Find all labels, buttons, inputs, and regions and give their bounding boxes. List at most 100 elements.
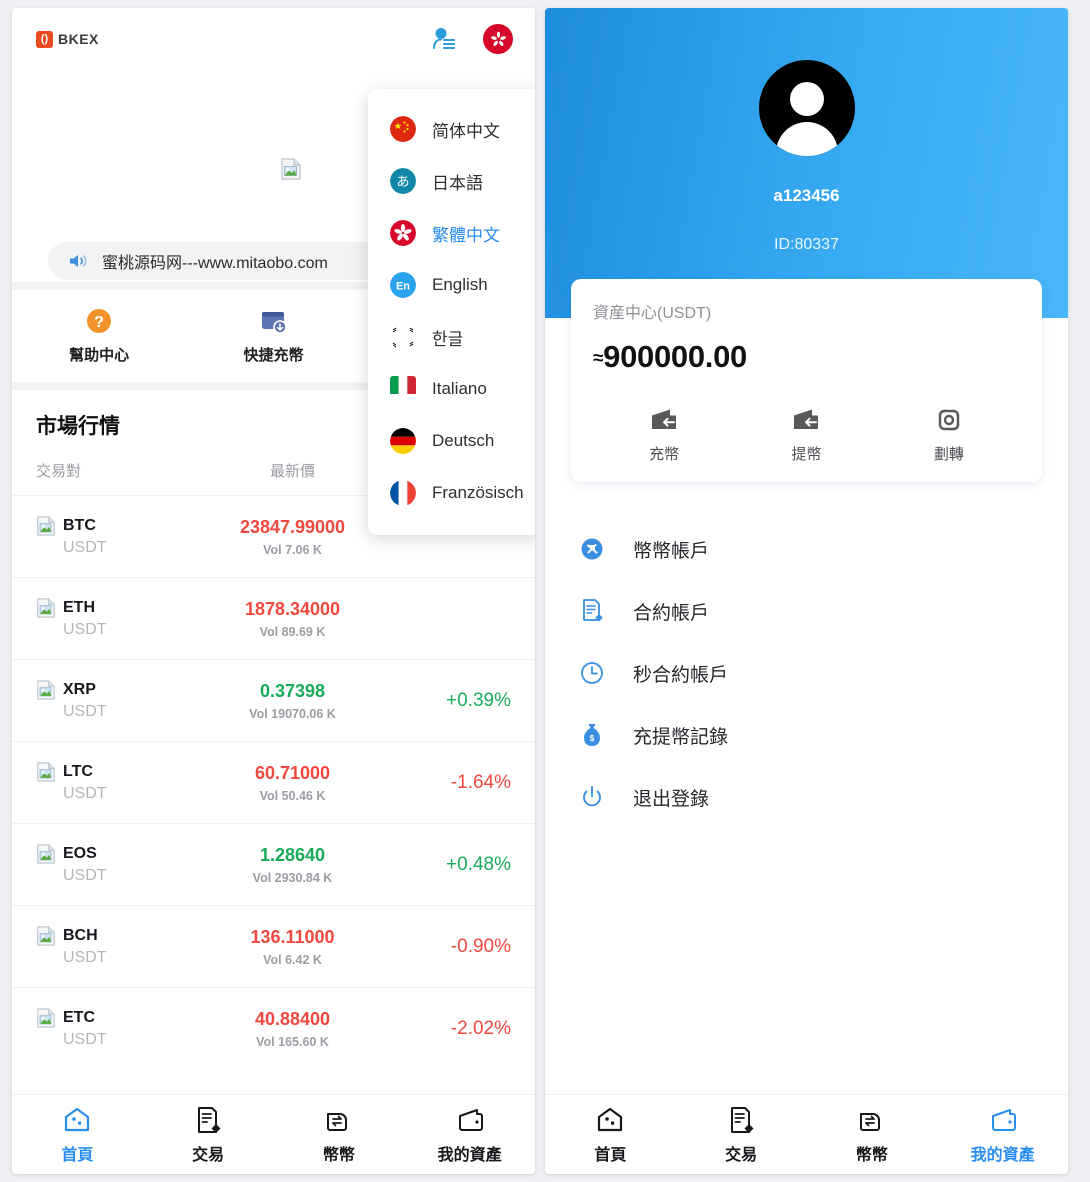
- korea-flag-icon: [390, 324, 416, 350]
- table-row[interactable]: ETH USDT 1878.34000 Vol 89.69 K: [12, 577, 535, 659]
- language-menu-item[interactable]: Italiano: [368, 363, 535, 415]
- pair-quote: USDT: [63, 621, 107, 638]
- hongkong-flag-icon: [390, 220, 416, 246]
- market-price-cell: 1878.34000 Vol 89.69 K: [204, 599, 381, 639]
- language-menu-item[interactable]: Französisch: [368, 467, 535, 519]
- tab-home[interactable]: 首頁: [12, 1105, 143, 1165]
- language-menu-label: Französisch: [432, 483, 524, 502]
- tab-exchange[interactable]: 幣幣: [274, 1105, 405, 1165]
- tab-label: 交易: [192, 1146, 225, 1164]
- language-menu-item[interactable]: あ 日本語: [368, 155, 535, 207]
- change-percent: -1.64%: [450, 771, 511, 793]
- quick-action-label: 幫助中心: [69, 347, 130, 364]
- market-pair-cell: ETC USDT: [36, 1008, 204, 1049]
- volume: Vol 50.46 K: [259, 788, 326, 803]
- coin-logo-icon: [36, 844, 56, 864]
- tab-label: 幣幣: [855, 1146, 888, 1164]
- last-price: 40.88400: [254, 1008, 331, 1029]
- withdraw-wallet-icon: [791, 407, 821, 433]
- market-pair-cell: XRP USDT: [36, 680, 204, 721]
- market-pair-cell: BTC USDT: [36, 516, 204, 557]
- last-price: 136.11000: [250, 926, 335, 947]
- tab-trade[interactable]: 交易: [676, 1105, 807, 1165]
- france-flag-icon: [390, 480, 416, 506]
- table-row[interactable]: LTC USDT 60.71000 Vol 50.46 K -1.64%: [12, 741, 535, 823]
- quick-action-quick-deposit[interactable]: 快捷充幣: [186, 307, 360, 365]
- avatar-head: [789, 82, 824, 116]
- contract-account-icon: [579, 598, 605, 624]
- table-row[interactable]: BCH USDT 136.11000 Vol 6.42 K -0.90%: [12, 905, 535, 987]
- language-menu-label: English: [432, 275, 488, 294]
- pair-symbol: BCH: [63, 927, 98, 944]
- language-menu-label: 한글: [432, 329, 464, 349]
- home-icon: [62, 1105, 92, 1135]
- market-price-cell: 0.37398 Vol 19070.06 K: [204, 681, 381, 721]
- exchange-icon: [857, 1105, 887, 1135]
- language-menu-item[interactable]: 한글: [368, 311, 535, 363]
- quick-action-help-center[interactable]: ? 幫助中心: [12, 307, 186, 365]
- market-price-cell: 23847.99000 Vol 7.06 K: [204, 517, 381, 557]
- coin-logo-icon: [36, 598, 56, 618]
- tab-exchange[interactable]: 幣幣: [807, 1105, 938, 1165]
- user-list-icon[interactable]: [431, 26, 457, 52]
- table-row[interactable]: ETC USDT 40.88400 Vol 165.60 K -2.02%: [12, 987, 535, 1069]
- pair-quote: USDT: [63, 539, 107, 556]
- tab-wallet[interactable]: 我的資產: [404, 1105, 535, 1165]
- screenshot-root: () BKEX 蜜桃源码网---www.mitaobo.com ? 幫助中心 快…: [0, 0, 1090, 1182]
- trade-icon: [726, 1105, 756, 1135]
- asset-action-transfer[interactable]: 劃轉: [878, 407, 1020, 464]
- language-menu-item[interactable]: 简体中文: [368, 103, 535, 155]
- italy-flag-icon: [390, 376, 416, 402]
- account-menu-item[interactable]: $ 充提幣記錄: [579, 704, 1034, 766]
- language-menu-label: Deutsch: [432, 431, 495, 450]
- column-header-price: 最新價: [269, 463, 315, 480]
- language-menu-label: 繁體中文: [432, 225, 500, 245]
- account-menu-item[interactable]: 秒合約帳戶: [579, 642, 1034, 704]
- coin-logo-icon: [36, 926, 56, 946]
- change-percent: -0.90%: [450, 935, 511, 957]
- market-rows-list: BTC USDT 23847.99000 Vol 7.06 K ETH USDT…: [12, 495, 535, 1069]
- volume: Vol 19070.06 K: [249, 706, 336, 721]
- left-bottom-tabbar: 首頁 交易 幣幣 我的資產: [12, 1094, 535, 1174]
- tab-wallet[interactable]: 我的資產: [937, 1105, 1068, 1165]
- language-menu-item[interactable]: 繁體中文: [368, 207, 535, 259]
- tab-label: 我的資產: [437, 1146, 502, 1164]
- balance-value: 900000.00: [603, 339, 747, 374]
- language-dropdown-menu[interactable]: 简体中文あ 日本語 繁體中文 En English 한글 Italiano Deu…: [368, 89, 535, 535]
- column-header-pair: 交易對: [36, 463, 82, 480]
- speaker-icon: [68, 252, 88, 270]
- account-menu-item[interactable]: 退出登錄: [579, 766, 1034, 828]
- transfer-icon: [935, 407, 963, 433]
- pair-quote: USDT: [63, 867, 107, 884]
- asset-action-withdraw[interactable]: 提幣: [735, 407, 877, 464]
- last-price: 0.37398: [259, 680, 326, 701]
- bkex-mark-icon: (): [36, 30, 53, 48]
- wallet-icon: [455, 1105, 485, 1135]
- coin-logo-icon: [36, 762, 56, 782]
- market-pair-cell: LTC USDT: [36, 762, 204, 803]
- tab-label: 首頁: [594, 1146, 627, 1164]
- tab-home[interactable]: 首頁: [545, 1105, 676, 1165]
- volume: Vol 89.69 K: [259, 624, 326, 639]
- quick-action-label: 快捷充幣: [243, 347, 304, 364]
- wallet-icon: [988, 1105, 1018, 1135]
- avatar-icon[interactable]: [758, 60, 855, 156]
- last-price: 1878.34000: [244, 598, 341, 619]
- coin-logo-icon: [36, 516, 56, 536]
- pair-symbol: LTC: [63, 763, 93, 780]
- profile-id: ID:80337: [774, 236, 839, 253]
- table-row[interactable]: XRP USDT 0.37398 Vol 19070.06 K +0.39%: [12, 659, 535, 741]
- bkex-wordmark: BKEX: [58, 31, 99, 47]
- asset-action-deposit[interactable]: 充幣: [593, 407, 735, 464]
- pair-symbol: XRP: [63, 681, 96, 698]
- account-menu-label: 充提幣記錄: [633, 726, 729, 748]
- hongkong-flag-icon[interactable]: [483, 24, 513, 54]
- language-menu-item[interactable]: Deutsch: [368, 415, 535, 467]
- table-row[interactable]: EOS USDT 1.28640 Vol 2930.84 K +0.48%: [12, 823, 535, 905]
- volume: Vol 7.06 K: [263, 542, 322, 557]
- account-menu-item[interactable]: 合約帳戶: [579, 580, 1034, 642]
- language-menu-item[interactable]: En English: [368, 259, 535, 311]
- broken-image-icon: [280, 158, 302, 180]
- tab-trade[interactable]: 交易: [143, 1105, 274, 1165]
- account-menu-item[interactable]: 幣幣帳戶: [579, 518, 1034, 580]
